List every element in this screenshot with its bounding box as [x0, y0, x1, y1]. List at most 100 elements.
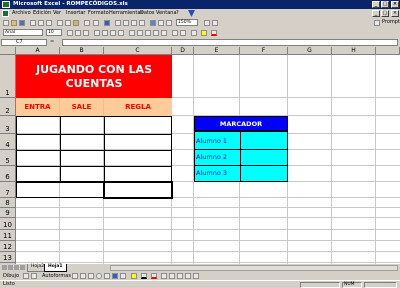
row-header-13[interactable]: 13: [0, 252, 16, 263]
marcador-table[interactable]: Alumno 1 Alumno 2 Alumno 3: [194, 131, 288, 182]
draw-font-color-icon[interactable]: [151, 273, 157, 279]
doc-restore-button[interactable]: □: [381, 10, 389, 17]
prev-sheet-icon[interactable]: [8, 265, 13, 270]
maximize-button[interactable]: □: [381, 1, 389, 8]
function-icon[interactable]: [123, 19, 129, 26]
dash-style-icon[interactable]: [169, 273, 175, 279]
font-color-icon[interactable]: [211, 29, 217, 36]
merged-cell-a7-b7[interactable]: [16, 182, 104, 198]
marcador-alumno-3[interactable]: Alumno 3: [196, 166, 227, 181]
line-color-icon[interactable]: [141, 273, 147, 279]
menu-ver[interactable]: Ver: [53, 9, 61, 18]
title-cell[interactable]: JUGANDO CON LAS CUENTAS: [16, 55, 172, 98]
increase-decimal-icon[interactable]: [153, 29, 159, 36]
textbox-icon[interactable]: [104, 273, 110, 279]
arrow-icon[interactable]: [80, 273, 86, 279]
autosum-icon[interactable]: [115, 19, 121, 26]
print-icon[interactable]: [30, 19, 36, 26]
percent-icon[interactable]: [137, 29, 143, 36]
column-header-f[interactable]: F: [240, 47, 288, 55]
clipart-icon[interactable]: [120, 273, 126, 279]
hyperlink-icon[interactable]: [104, 19, 110, 26]
fill-color-icon[interactable]: [201, 29, 207, 36]
decrease-indent-icon[interactable]: [172, 29, 178, 36]
rectangle-icon[interactable]: [88, 273, 94, 279]
line-icon[interactable]: [72, 273, 78, 279]
first-sheet-icon[interactable]: [2, 265, 7, 270]
doc-close-button[interactable]: ×: [391, 10, 399, 17]
3d-icon[interactable]: [193, 273, 199, 279]
align-left-icon[interactable]: [94, 29, 100, 36]
minimize-button[interactable]: _: [372, 1, 380, 8]
menu-edicion[interactable]: Edición: [33, 9, 51, 18]
row-header-1[interactable]: 1: [0, 55, 16, 98]
prompt-icon[interactable]: [374, 19, 380, 26]
row-header-11[interactable]: 11: [0, 230, 16, 241]
row-header-10[interactable]: 10: [0, 218, 16, 230]
cut-icon[interactable]: [57, 19, 63, 26]
line-style-icon[interactable]: [161, 273, 167, 279]
header-regla[interactable]: REGLA: [104, 98, 172, 116]
autoformas-menu[interactable]: Autoformas: [42, 272, 71, 280]
sort-desc-icon[interactable]: [139, 19, 145, 26]
row-header-8[interactable]: 8: [0, 198, 16, 208]
marcador-alumno-1[interactable]: Alumno 1: [196, 134, 227, 149]
redo-icon[interactable]: [93, 19, 99, 26]
row-header-12[interactable]: 12: [0, 241, 16, 252]
select-all-corner[interactable]: [0, 47, 16, 55]
italic-icon[interactable]: [75, 29, 81, 36]
underline-icon[interactable]: [83, 29, 89, 36]
column-header-c[interactable]: C: [104, 47, 172, 55]
row-header-5[interactable]: 5: [0, 150, 16, 166]
menu-insertar[interactable]: Insertar: [66, 9, 85, 18]
font-name-select[interactable]: Arial: [3, 29, 43, 36]
doc-minimize-button[interactable]: _: [372, 10, 380, 17]
menu-formato[interactable]: Formato: [88, 9, 109, 18]
menu-help[interactable]: ?: [176, 9, 179, 18]
align-right-icon[interactable]: [110, 29, 116, 36]
menu-datos[interactable]: Datos: [140, 9, 155, 18]
worksheet-grid[interactable]: A B C D E F G H 1 2 3 4 5 6 7 8 9 10 11 …: [0, 47, 400, 264]
row-header-6[interactable]: 6: [0, 166, 16, 182]
borders-icon[interactable]: [191, 29, 197, 36]
oval-icon[interactable]: [96, 273, 102, 279]
prompt-label[interactable]: Prompt: [382, 18, 400, 27]
merge-center-icon[interactable]: [118, 29, 124, 36]
column-header-g[interactable]: G: [288, 47, 332, 55]
decrease-decimal-icon[interactable]: [161, 29, 167, 36]
increase-indent-icon[interactable]: [180, 29, 186, 36]
row-header-2[interactable]: 2: [0, 98, 16, 116]
formula-input[interactable]: [62, 39, 398, 46]
chart-wizard-icon[interactable]: [150, 19, 156, 26]
copy-icon[interactable]: [65, 19, 71, 26]
spelling-icon[interactable]: [46, 19, 52, 26]
rotate-icon[interactable]: [31, 273, 37, 279]
header-sale[interactable]: SALE: [60, 98, 104, 116]
undo-icon[interactable]: [84, 19, 90, 26]
menu-archivo[interactable]: Archivo: [12, 9, 31, 18]
help-icon[interactable]: [204, 19, 210, 26]
draw-fill-color-icon[interactable]: [131, 273, 137, 279]
column-header-a[interactable]: A: [16, 47, 60, 55]
selected-cell-c7[interactable]: [103, 181, 173, 199]
wordart-icon[interactable]: [112, 273, 118, 279]
misc-icon[interactable]: [212, 19, 218, 26]
align-center-icon[interactable]: [102, 29, 108, 36]
header-entra[interactable]: ENTRA: [16, 98, 60, 116]
close-button[interactable]: ×: [391, 1, 399, 8]
open-icon[interactable]: [11, 19, 17, 26]
drawing-icon[interactable]: [166, 19, 172, 26]
menu-ventana[interactable]: Ventana: [156, 9, 177, 18]
data-table[interactable]: [16, 116, 172, 182]
dibujo-menu[interactable]: Dibujo: [3, 272, 19, 280]
next-sheet-icon[interactable]: [14, 265, 19, 270]
shadow-icon[interactable]: [185, 273, 191, 279]
font-size-select[interactable]: 10: [46, 29, 62, 36]
zoom-select[interactable]: 150%: [176, 19, 198, 26]
preview-icon[interactable]: [38, 19, 44, 26]
select-objects-icon[interactable]: [23, 273, 29, 279]
save-icon[interactable]: [19, 19, 25, 26]
column-header-h[interactable]: H: [332, 47, 376, 55]
paste-icon[interactable]: [73, 19, 79, 26]
marcador-alumno-2[interactable]: Alumno 2: [196, 150, 227, 165]
